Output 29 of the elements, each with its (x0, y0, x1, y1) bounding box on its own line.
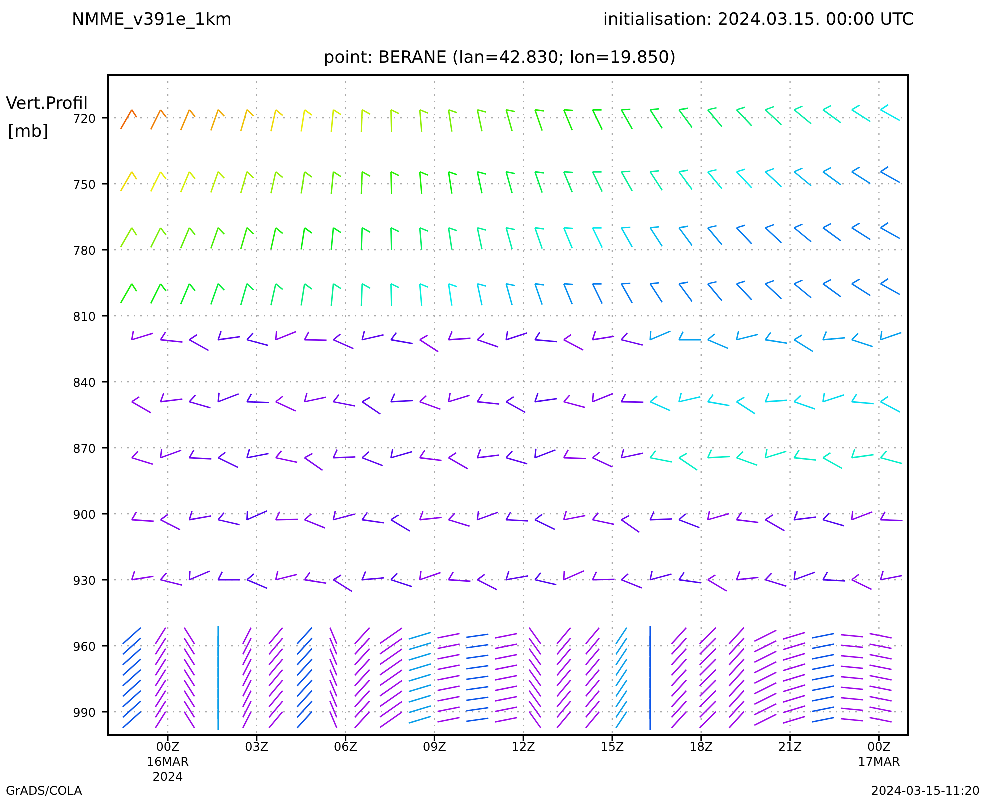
footer-credit: GrADS/COLA (6, 784, 82, 798)
y-tick-label: 780 (73, 244, 96, 258)
date-label: 2024 (152, 770, 184, 784)
model-title: NMME_v391e_1km (72, 10, 232, 30)
date-label: 16MAR (146, 755, 190, 769)
y-tick-label: 990 (73, 706, 96, 720)
y-tick-label: 720 (73, 112, 96, 126)
date-label: 17MAR (858, 755, 900, 769)
x-tick-label: 09Z (422, 740, 446, 754)
x-tick-label: 00Z (156, 740, 180, 754)
x-tick-label: 12Z (512, 740, 536, 754)
x-tick-label: 06Z (334, 740, 358, 754)
y-tick-label: 840 (73, 376, 96, 390)
x-tick-label: 18Z (690, 740, 714, 754)
point-subtitle: point: BERANE (lan=42.830; lon=19.850) (324, 48, 676, 68)
y-tick-label: 870 (73, 442, 96, 456)
y-tick-label: 900 (73, 508, 96, 522)
y-tick-label: 930 (73, 574, 96, 588)
initialisation-label: initialisation: 2024.03.15. 00:00 UTC (603, 10, 914, 30)
y-tick-label: 810 (73, 310, 96, 324)
axis-title: [mb] (8, 122, 49, 142)
x-tick-label: 15Z (600, 740, 624, 754)
y-tick-label: 960 (73, 640, 96, 654)
x-tick-label: 03Z (245, 740, 269, 754)
axis-title: Vert.Profil (6, 94, 88, 114)
x-tick-label: 21Z (778, 740, 802, 754)
x-tick-label: 00Z (867, 740, 891, 754)
y-tick-label: 750 (73, 178, 96, 192)
timestamp: 2024-03-15-11:20 (871, 784, 980, 798)
